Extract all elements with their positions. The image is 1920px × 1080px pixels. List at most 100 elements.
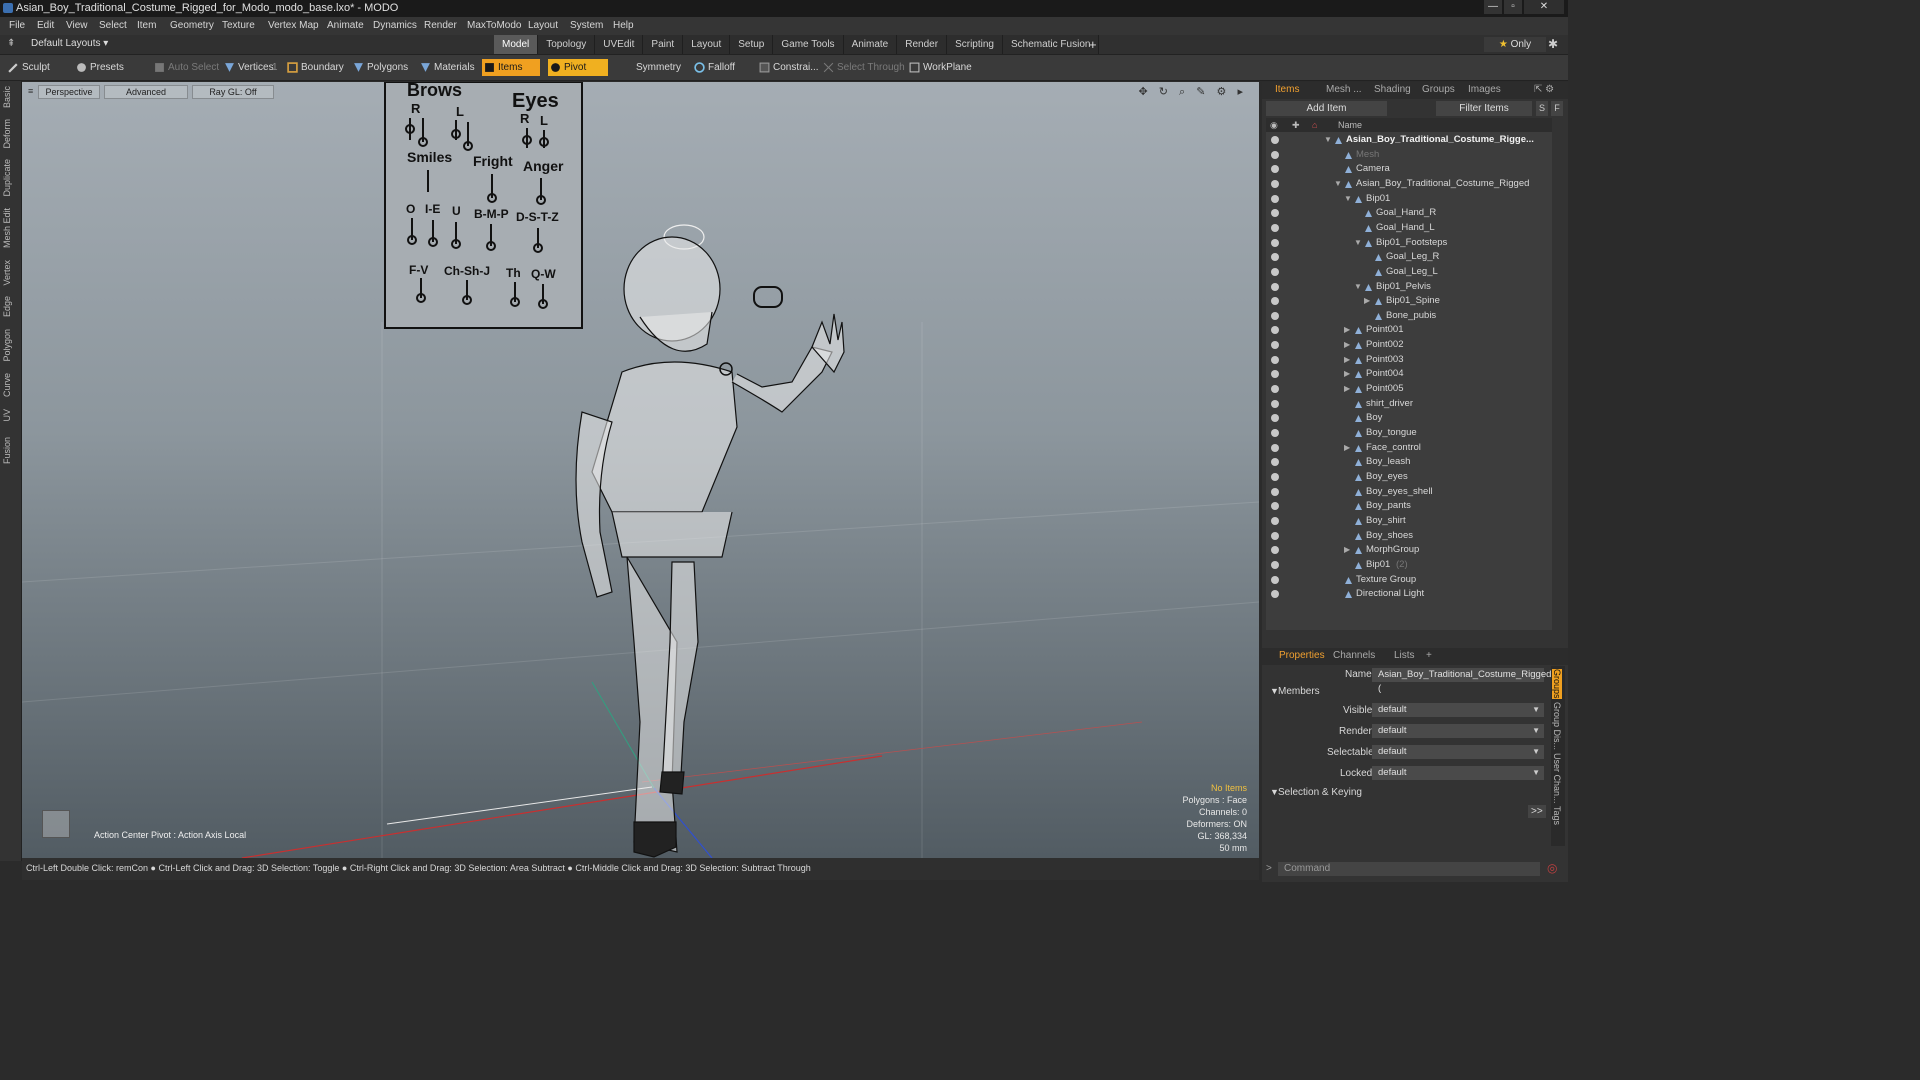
side-tab-groups[interactable]: Groups — [1552, 669, 1562, 699]
expand-arrow-icon[interactable]: ▼ — [1354, 236, 1362, 250]
visibility-eye-icon[interactable] — [1271, 165, 1279, 174]
menu-item[interactable]: Item — [137, 20, 156, 31]
side-tab-user-channels[interactable]: User Chan... — [1552, 753, 1562, 804]
tab-setup[interactable]: Setup — [730, 35, 774, 54]
tree-row[interactable]: Directional Light — [1266, 587, 1552, 602]
workplane-button[interactable]: WorkPlane — [907, 59, 985, 76]
expand-arrow-icon[interactable]: ▶ — [1344, 441, 1350, 455]
sculpt-button[interactable]: Sculpt — [6, 59, 78, 76]
tree-row[interactable]: Goal_Leg_L — [1266, 265, 1552, 280]
tree-row[interactable]: Boy_pants — [1266, 499, 1552, 514]
selection-keying-header[interactable]: Selection & Keying — [1278, 787, 1362, 798]
menu-help[interactable]: Help — [613, 20, 634, 31]
tab-vertex[interactable]: Vertex — [2, 260, 18, 286]
tree-row[interactable]: Boy_tongue — [1266, 426, 1552, 441]
tree-row[interactable]: ▼ Asian_Boy_Traditional_Costume_Rigged — [1266, 177, 1552, 192]
tree-row[interactable]: shirt_driver — [1266, 397, 1552, 412]
tree-row[interactable]: ▼ Bip01 — [1266, 192, 1552, 207]
filter-items-input[interactable]: Filter Items — [1436, 101, 1532, 116]
menu-render[interactable]: Render — [424, 20, 457, 31]
visibility-eye-icon[interactable] — [1271, 531, 1279, 540]
tab-images[interactable]: Images — [1468, 84, 1501, 95]
tab-polygon[interactable]: Polygon — [2, 329, 18, 362]
locked-dropdown[interactable]: default ▼ — [1372, 766, 1544, 780]
polygons-button[interactable]: Polygons — [351, 59, 423, 76]
tree-row[interactable]: ▶ Bip01_Spine — [1266, 294, 1552, 309]
visibility-eye-icon[interactable] — [1271, 209, 1279, 218]
panel-expand-icon[interactable]: ⇱ ⚙ — [1534, 84, 1554, 95]
expand-arrow-icon[interactable]: ▼ — [1324, 133, 1332, 147]
tab-model[interactable]: Model — [494, 35, 539, 54]
visibility-eye-icon[interactable] — [1271, 399, 1279, 408]
expand-arrow-icon[interactable]: ▼ — [1344, 192, 1352, 206]
symmetry-button[interactable]: Symmetry — [620, 59, 700, 76]
visibility-eye-icon[interactable] — [1271, 341, 1279, 350]
tab-basic[interactable]: Basic — [2, 86, 18, 108]
visibility-eye-icon[interactable] — [1271, 267, 1279, 276]
visible-dropdown[interactable]: default ▼ — [1372, 703, 1544, 717]
default-layouts-dropdown[interactable]: Default Layouts ▾ — [31, 38, 108, 49]
tab-mesh-edit[interactable]: Mesh Edit — [2, 208, 18, 248]
visibility-eye-icon[interactable] — [1271, 253, 1279, 262]
menu-view[interactable]: View — [66, 20, 88, 31]
visibility-eye-icon[interactable] — [1271, 238, 1279, 247]
maximize-button[interactable]: ▫ — [1504, 0, 1522, 14]
materials-button[interactable]: Materials — [418, 59, 490, 76]
expand-arrow-icon[interactable]: ▶ — [1344, 367, 1350, 381]
visibility-eye-icon[interactable] — [1271, 502, 1279, 511]
tree-row[interactable]: Boy — [1266, 411, 1552, 426]
item-tree[interactable]: ◉ ✚ ⌂ Name ▼ Asian_Boy_Traditional_Costum… — [1266, 118, 1552, 630]
constraints-button[interactable]: Constrai... — [757, 59, 831, 76]
tab-render[interactable]: Render — [897, 35, 948, 54]
tab-uv[interactable]: UV — [2, 409, 18, 422]
visibility-eye-icon[interactable] — [1271, 223, 1279, 232]
expand-arrow-icon[interactable]: ▶ — [1364, 294, 1370, 308]
visibility-eye-icon[interactable] — [1271, 590, 1279, 599]
tree-row[interactable]: ▶ Point003 — [1266, 353, 1552, 368]
tab-edge[interactable]: Edge — [2, 296, 18, 317]
visibility-eye-icon[interactable] — [1271, 136, 1279, 144]
minimize-button[interactable]: — — [1484, 0, 1502, 14]
render-dropdown[interactable]: default ▼ — [1372, 724, 1544, 738]
tree-row[interactable]: Texture Group — [1266, 573, 1552, 588]
tree-row[interactable]: ▶ Point005 — [1266, 382, 1552, 397]
add-layout-tab-button[interactable]: + — [1089, 37, 1097, 52]
menu-layout[interactable]: Layout — [528, 20, 558, 31]
only-button[interactable]: ★ Only — [1484, 37, 1546, 52]
expand-arrow-icon[interactable]: ▶ — [1344, 543, 1350, 557]
expand-arrow-icon[interactable]: ▶ — [1344, 382, 1350, 396]
tree-row[interactable]: ▶ Point002 — [1266, 338, 1552, 353]
tab-layout[interactable]: Layout — [683, 35, 731, 54]
viewport-nav-icons[interactable]: ✥ ↻ ⌕ ✎ ⚙ ▸ — [1139, 85, 1247, 99]
visibility-eye-icon[interactable] — [1271, 370, 1279, 379]
side-tab-group-display[interactable]: Group Dis... — [1552, 702, 1562, 750]
tab-paint[interactable]: Paint — [643, 35, 684, 54]
falloff-button[interactable]: Falloff — [692, 59, 758, 76]
tree-row[interactable]: Boy_eyes_shell — [1266, 485, 1552, 500]
tab-fusion[interactable]: Fusion — [2, 437, 18, 464]
visibility-eye-icon[interactable] — [1271, 179, 1279, 188]
tree-row[interactable]: Goal_Hand_L — [1266, 221, 1552, 236]
tree-row[interactable]: Boy_shoes — [1266, 529, 1552, 544]
visibility-eye-icon[interactable] — [1271, 194, 1279, 203]
menu-geometry[interactable]: Geometry — [170, 20, 214, 31]
visibility-eye-icon[interactable] — [1271, 385, 1279, 394]
expand-arrow-icon[interactable]: ▼ — [1334, 177, 1342, 191]
menu-vertex-map[interactable]: Vertex Map — [268, 20, 319, 31]
select-through-button[interactable]: Select Through — [821, 59, 915, 76]
tab-properties[interactable]: Properties — [1279, 650, 1325, 661]
filter-s-button[interactable]: S — [1536, 101, 1548, 116]
menu-system[interactable]: System — [570, 20, 603, 31]
tab-groups[interactable]: Groups — [1422, 84, 1455, 95]
menu-animate[interactable]: Animate — [327, 20, 364, 31]
members-section-header[interactable]: Members — [1278, 686, 1320, 697]
close-button[interactable]: ✕ — [1524, 0, 1564, 14]
viewport-menu-icon[interactable]: ≡ — [28, 86, 33, 96]
visibility-eye-icon[interactable] — [1271, 487, 1279, 496]
tree-row[interactable]: ▶ Point004 — [1266, 367, 1552, 382]
expand-arrow-icon[interactable]: ▶ — [1344, 338, 1350, 352]
menu-file[interactable]: File — [9, 20, 25, 31]
pivot-button[interactable]: Pivot — [548, 59, 608, 76]
visibility-eye-icon[interactable] — [1271, 458, 1279, 467]
command-input[interactable]: Command — [1278, 862, 1540, 876]
